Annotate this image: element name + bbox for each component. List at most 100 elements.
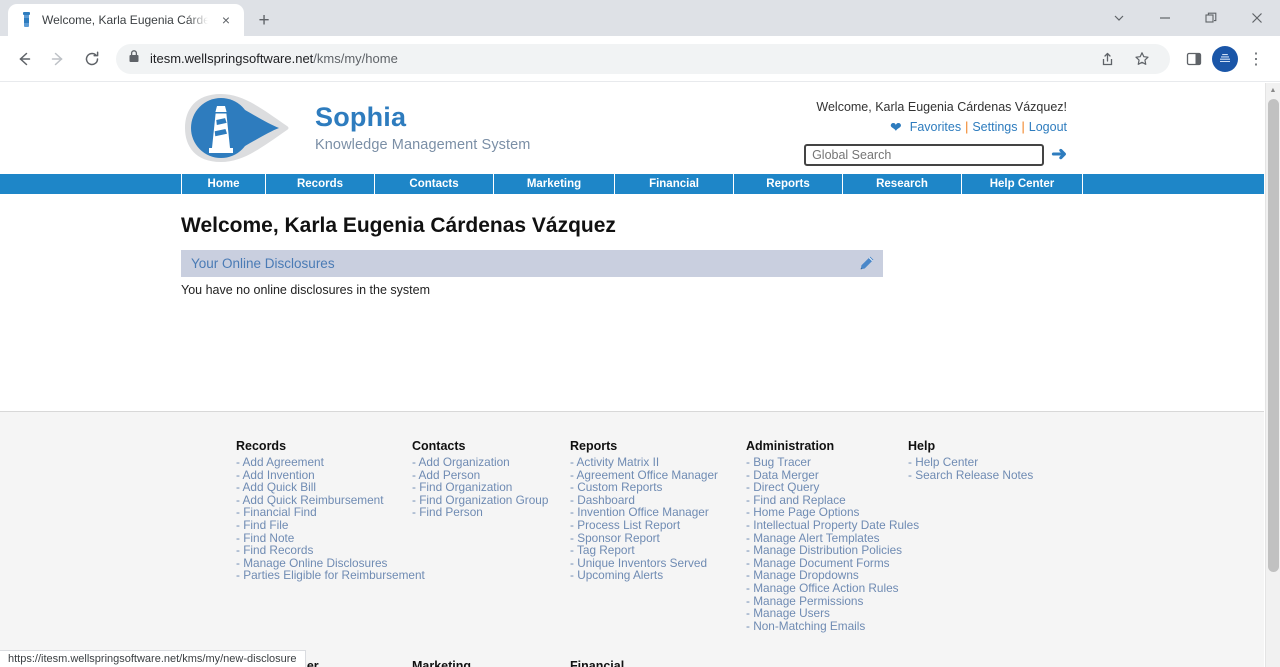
- link-separator: |: [965, 119, 969, 134]
- footer-column-title: Records: [236, 439, 287, 453]
- tab-title: Welcome, Karla Eugenia Cárdena: [42, 13, 208, 27]
- browser-window: Welcome, Karla Eugenia Cárdena × + itesm…: [0, 0, 1280, 667]
- online-disclosures-panel: Your Online Disclosures You have no onli…: [181, 250, 883, 297]
- lighthouse-icon: [18, 12, 34, 28]
- footer-column-help: Help - Help Center - Search Release Note…: [908, 439, 1108, 632]
- footer-column-empty-1: [746, 659, 908, 667]
- nav-item-records[interactable]: Records: [266, 174, 375, 194]
- footer-column-empty-2: [908, 659, 1108, 667]
- footer-link[interactable]: - Process List Report: [570, 519, 746, 532]
- footer-link[interactable]: - Find Person: [412, 506, 570, 519]
- footer-link[interactable]: - Direct Query: [746, 481, 908, 494]
- page-title: Welcome, Karla Eugenia Cárdenas Vázquez: [181, 214, 616, 237]
- close-window-icon[interactable]: [1234, 0, 1280, 36]
- footer-link[interactable]: - Non-Matching Emails: [746, 620, 908, 633]
- footer-link-list: - Activity Matrix II - Agreement Office …: [570, 456, 746, 582]
- footer-row-1: Records - Add Agreement - Add Invention …: [236, 439, 1264, 632]
- footer-link-list: - Help Center - Search Release Notes: [908, 456, 1108, 481]
- footer-link[interactable]: - Find File: [236, 519, 412, 532]
- user-block: Welcome, Karla Eugenia Cárdenas Vázquez!…: [737, 98, 1067, 166]
- welcome-greeting: Welcome, Karla Eugenia Cárdenas Vázquez!: [816, 100, 1067, 114]
- main-navigation: Home Records Contacts Marketing Financia…: [0, 173, 1264, 194]
- scrollbar-thumb[interactable]: [1268, 99, 1279, 572]
- omnibox-actions: [1090, 43, 1158, 75]
- footer-link[interactable]: - Upcoming Alerts: [570, 569, 746, 582]
- footer-link[interactable]: - Activity Matrix II: [570, 456, 746, 469]
- footer-link[interactable]: - Manage Office Action Rules: [746, 582, 908, 595]
- nav-item-reports[interactable]: Reports: [734, 174, 843, 194]
- footer-link[interactable]: - Manage Users: [746, 607, 908, 620]
- footer-link-list: - Add Agreement - Add Invention - Add Qu…: [236, 456, 425, 582]
- footer-link[interactable]: - Custom Reports: [570, 481, 746, 494]
- panel-title[interactable]: Your Online Disclosures: [191, 256, 858, 271]
- nav-item-contacts[interactable]: Contacts: [375, 174, 494, 194]
- footer-link[interactable]: - Find Organization: [412, 481, 570, 494]
- page-viewport: Sophia Knowledge Management System Welco…: [0, 83, 1280, 667]
- footer-column-title: Administration: [746, 439, 835, 453]
- address-bar[interactable]: itesm.wellspringsoftware.net/kms/my/home: [116, 43, 1170, 75]
- logo-tagline: Knowledge Management System: [315, 136, 531, 153]
- footer-column-records: Records - Add Agreement - Add Invention …: [236, 439, 425, 632]
- heart-icon: ❤: [889, 118, 902, 135]
- browser-tab[interactable]: Welcome, Karla Eugenia Cárdena ×: [8, 4, 244, 36]
- footer-link[interactable]: - Bug Tracer: [746, 456, 908, 469]
- back-icon[interactable]: [8, 43, 40, 75]
- tab-search-icon[interactable]: [1096, 0, 1142, 36]
- logo-title: Sophia: [315, 101, 407, 132]
- page-scrollbar[interactable]: ▲: [1265, 83, 1280, 667]
- web-page: Sophia Knowledge Management System Welco…: [0, 83, 1264, 667]
- close-tab-icon[interactable]: ×: [216, 10, 236, 30]
- minimize-icon[interactable]: [1142, 0, 1188, 36]
- footer-link[interactable]: - Parties Eligible for Reimbursement: [236, 569, 425, 582]
- maximize-restore-icon[interactable]: [1188, 0, 1234, 36]
- footer-column-marketing: Marketing - Manage Marketing Campaigns -…: [412, 659, 570, 667]
- footer-link[interactable]: - Add Quick Bill: [236, 481, 412, 494]
- nav-item-financial[interactable]: Financial: [615, 174, 734, 194]
- nav-item-home[interactable]: Home: [182, 174, 266, 194]
- footer-link[interactable]: - Add Agreement: [236, 456, 412, 469]
- footer-link[interactable]: - Find Records: [236, 544, 412, 557]
- footer-link[interactable]: - Add Organization: [412, 456, 570, 469]
- settings-link[interactable]: Settings: [972, 118, 1017, 137]
- reload-icon[interactable]: [76, 43, 108, 75]
- site-header: Sophia Knowledge Management System Welco…: [0, 83, 1264, 173]
- site-logo[interactable]: Sophia Knowledge Management System: [183, 88, 531, 168]
- footer-row-2: Query Builder - Create Query - Manage Bu…: [236, 659, 1264, 667]
- browser-menu-icon[interactable]: ⋮: [1240, 43, 1272, 75]
- profile-avatar[interactable]: [1212, 45, 1238, 72]
- forward-icon: [42, 43, 74, 75]
- scroll-up-arrow-icon[interactable]: ▲: [1266, 83, 1280, 98]
- footer-column-financial: Financial - Aged Receivables - Income St…: [570, 659, 746, 667]
- footer-link[interactable]: - Help Center: [908, 456, 1108, 469]
- nav-item-research[interactable]: Research: [843, 174, 962, 194]
- new-tab-button[interactable]: +: [250, 6, 278, 34]
- footer-link[interactable]: - Tag Report: [570, 544, 746, 557]
- search-submit-icon[interactable]: ➜: [1051, 145, 1067, 164]
- footer-link[interactable]: - Search Release Notes: [908, 468, 1108, 482]
- lighthouse-logo-icon: [183, 88, 301, 168]
- footer-column-reports: Reports - Activity Matrix II - Agreement…: [570, 439, 746, 632]
- footer-link-list: - Add Organization - Add Person - Find O…: [412, 456, 570, 519]
- footer-column-title: Help: [908, 439, 936, 453]
- footer-link-list: - Bug Tracer - Data Merger - Direct Quer…: [746, 456, 919, 633]
- nav-item-marketing[interactable]: Marketing: [494, 174, 615, 194]
- panel-body-text: You have no online disclosures in the sy…: [181, 283, 430, 297]
- footer-column-title: Financial: [570, 659, 625, 667]
- user-links: ❤ Favorites | Settings | Logout: [737, 117, 1067, 138]
- nav-item-help-center[interactable]: Help Center: [962, 174, 1083, 194]
- url-path: /kms/my/home: [313, 51, 398, 66]
- search-input[interactable]: [804, 143, 1045, 166]
- footer-link[interactable]: - Intellectual Property Date Rules: [746, 519, 919, 532]
- logout-link[interactable]: Logout: [1029, 118, 1067, 137]
- url-domain: itesm.wellspringsoftware.net: [150, 51, 314, 66]
- logo-text: Sophia Knowledge Management System: [315, 101, 531, 153]
- footer-link[interactable]: - Manage Distribution Policies: [746, 544, 908, 557]
- link-separator: |: [1021, 119, 1025, 134]
- favorites-link[interactable]: Favorites: [910, 118, 961, 137]
- browser-toolbar: itesm.wellspringsoftware.net/kms/my/home…: [0, 36, 1280, 82]
- share-icon[interactable]: [1090, 43, 1122, 75]
- pencil-icon[interactable]: [858, 255, 875, 272]
- side-panel-icon[interactable]: [1178, 43, 1210, 75]
- url-text: itesm.wellspringsoftware.net/kms/my/home: [150, 51, 398, 66]
- bookmark-star-icon[interactable]: [1126, 43, 1158, 75]
